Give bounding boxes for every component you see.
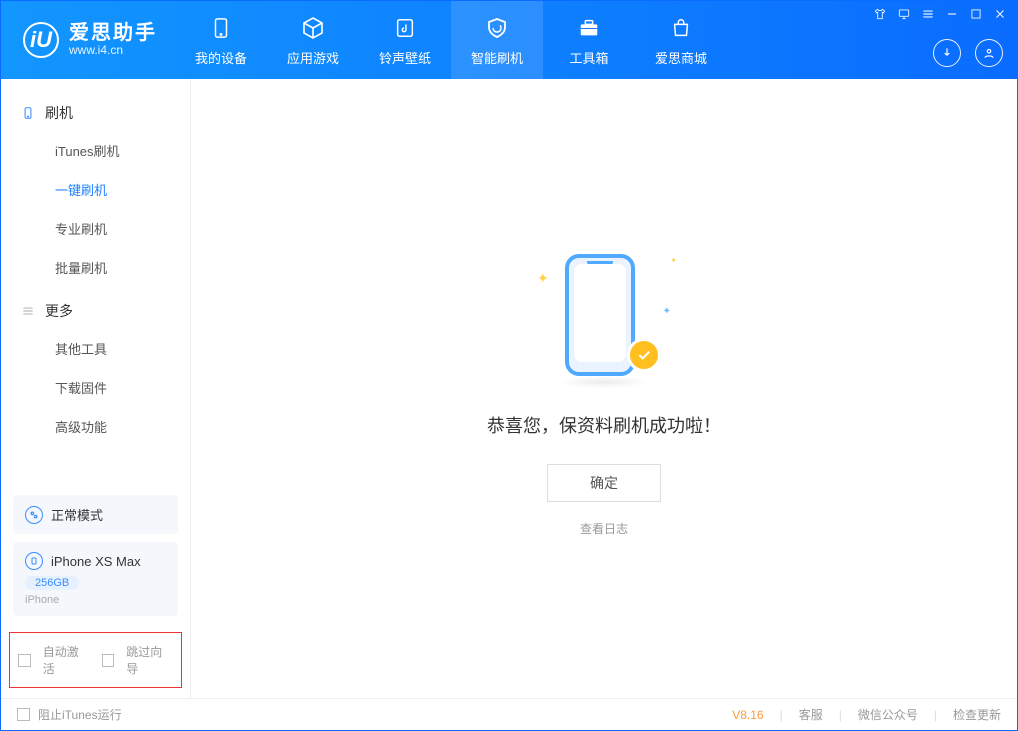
device-cards: 正常模式 iPhone XS Max 256GB iPhone: [1, 487, 190, 628]
maximize-icon[interactable]: [969, 7, 983, 21]
sidebar-item-pro-flash[interactable]: 专业刷机: [1, 209, 190, 248]
briefcase-icon: [575, 14, 603, 42]
nav-toolbox[interactable]: 工具箱: [543, 1, 635, 79]
sidebar-item-advanced[interactable]: 高级功能: [1, 407, 190, 446]
label-block-itunes: 阻止iTunes运行: [38, 706, 122, 723]
app-title: 爱思助手: [69, 22, 157, 44]
phone-icon: [21, 104, 35, 122]
feedback-icon[interactable]: [897, 7, 911, 21]
sparkle-icon: ✦: [537, 270, 549, 287]
nav-label: 爱思商城: [655, 48, 707, 67]
nav-ringtones-wallpapers[interactable]: 铃声壁纸: [359, 1, 451, 79]
refresh-shield-icon: [483, 14, 511, 42]
section-title: 刷机: [45, 103, 73, 123]
sidebar-header-flash: 刷机: [1, 95, 190, 131]
sidebar-item-itunes-flash[interactable]: iTunes刷机: [1, 131, 190, 170]
mode-card[interactable]: 正常模式: [13, 495, 178, 534]
app-window: iU 爱思助手 www.i4.cn 我的设备 应用游戏: [0, 0, 1018, 731]
logo-area: iU 爱思助手 www.i4.cn: [1, 1, 175, 79]
sidebar-item-other-tools[interactable]: 其他工具: [1, 329, 190, 368]
device-card[interactable]: iPhone XS Max 256GB iPhone: [13, 542, 178, 616]
minimize-icon[interactable]: [945, 7, 959, 21]
header-right-buttons: [933, 39, 1003, 67]
list-icon: [21, 302, 35, 320]
window-controls: [873, 7, 1007, 21]
status-bar: 阻止iTunes运行 V8.16 | 客服 | 微信公众号 | 检查更新: [1, 698, 1017, 730]
wechat-link[interactable]: 微信公众号: [858, 706, 918, 723]
close-icon[interactable]: [993, 7, 1007, 21]
checkbox-skip-wizard[interactable]: [102, 654, 115, 667]
nav-label: 铃声壁纸: [379, 48, 431, 67]
device-name: iPhone XS Max: [51, 554, 141, 569]
logo-icon: iU: [23, 22, 59, 58]
checkbox-block-itunes[interactable]: [17, 708, 30, 721]
main-content: ✦ ✦ ✦ 恭喜您，保资料刷机成功啦！ 确定 查看日志: [191, 79, 1017, 698]
download-button[interactable]: [933, 39, 961, 67]
sidebar-item-download-firmware[interactable]: 下载固件: [1, 368, 190, 407]
checkbox-auto-activate[interactable]: [18, 654, 31, 667]
sparkle-icon: ✦: [670, 256, 677, 265]
support-link[interactable]: 客服: [799, 706, 823, 723]
shopping-bag-icon: [667, 14, 695, 42]
mode-label: 正常模式: [51, 505, 103, 524]
body: 刷机 iTunes刷机 一键刷机 专业刷机 批量刷机 更多 其他工具 下载固件 …: [1, 79, 1017, 698]
mode-icon: [25, 506, 43, 524]
cube-icon: [299, 14, 327, 42]
nav-label: 应用游戏: [287, 48, 339, 67]
check-badge-icon: [627, 338, 661, 372]
music-note-icon: [391, 14, 419, 42]
sidebar-section-flash: 刷机 iTunes刷机 一键刷机 专业刷机 批量刷机: [1, 95, 190, 293]
label-auto-activate: 自动激活: [43, 643, 90, 677]
nav-label: 智能刷机: [471, 48, 523, 67]
section-title: 更多: [45, 301, 73, 321]
menu-icon[interactable]: [921, 7, 935, 21]
options-highlight-box: 自动激活 跳过向导: [9, 632, 182, 688]
nav-label: 工具箱: [569, 48, 608, 67]
device-icon: [207, 14, 235, 42]
nav-apps-games[interactable]: 应用游戏: [267, 1, 359, 79]
device-phone-icon: [25, 552, 43, 570]
top-nav: 我的设备 应用游戏 铃声壁纸 智能刷机: [175, 1, 727, 79]
phone-illustration: [565, 254, 635, 376]
logo-text: 爱思助手 www.i4.cn: [69, 22, 157, 57]
sidebar-item-batch-flash[interactable]: 批量刷机: [1, 248, 190, 287]
header: iU 爱思助手 www.i4.cn 我的设备 应用游戏: [1, 1, 1017, 79]
sidebar-section-more: 更多 其他工具 下载固件 高级功能: [1, 293, 190, 452]
sidebar: 刷机 iTunes刷机 一键刷机 专业刷机 批量刷机 更多 其他工具 下载固件 …: [1, 79, 191, 698]
view-log-link[interactable]: 查看日志: [580, 520, 628, 537]
device-type: iPhone: [25, 594, 166, 606]
storage-badge: 256GB: [25, 576, 79, 590]
shirt-icon[interactable]: [873, 7, 887, 21]
app-subtitle: www.i4.cn: [69, 44, 157, 57]
success-message: 恭喜您，保资料刷机成功啦！: [487, 412, 721, 438]
nav-my-device[interactable]: 我的设备: [175, 1, 267, 79]
nav-store[interactable]: 爱思商城: [635, 1, 727, 79]
success-illustration: ✦ ✦ ✦: [529, 240, 679, 390]
sidebar-header-more: 更多: [1, 293, 190, 329]
nav-label: 我的设备: [195, 48, 247, 67]
user-button[interactable]: [975, 39, 1003, 67]
version-label: V8.16: [732, 708, 763, 722]
check-update-link[interactable]: 检查更新: [953, 706, 1001, 723]
sparkle-icon: ✦: [663, 306, 671, 317]
sidebar-item-oneclick-flash[interactable]: 一键刷机: [1, 170, 190, 209]
nav-smart-flash[interactable]: 智能刷机: [451, 1, 543, 79]
ok-button[interactable]: 确定: [547, 464, 661, 502]
label-skip-wizard: 跳过向导: [126, 643, 173, 677]
